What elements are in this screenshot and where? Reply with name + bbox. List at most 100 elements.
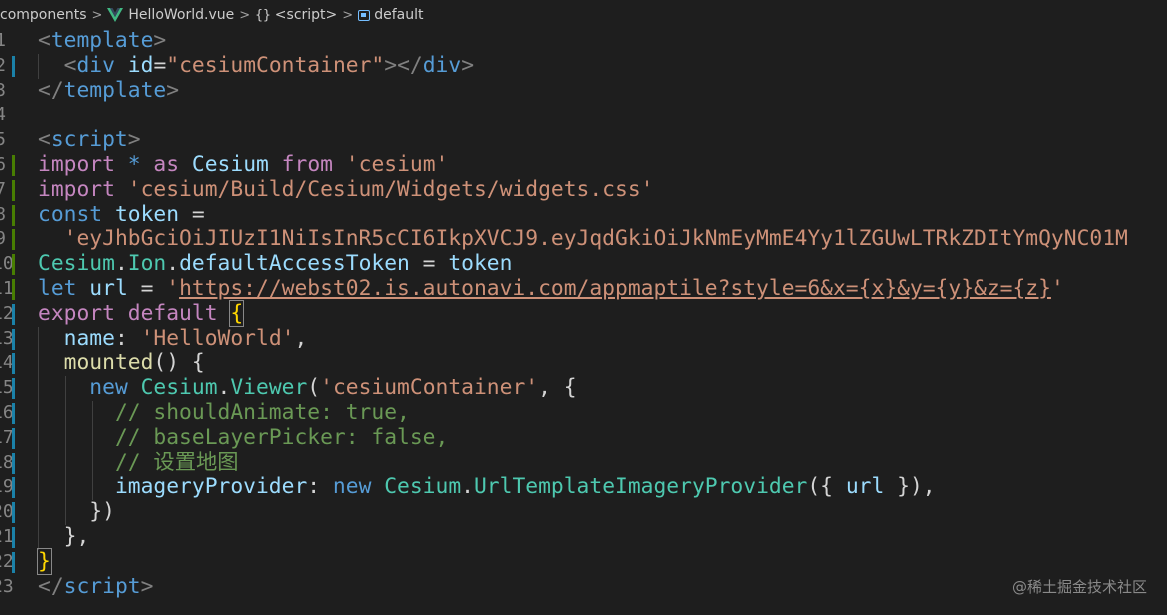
gutter-modified-marker[interactable] bbox=[12, 328, 15, 350]
code-line[interactable]: 18 // 设置地图 bbox=[0, 450, 1167, 476]
code-line[interactable]: 22} bbox=[0, 547, 1167, 575]
gutter-added-marker[interactable] bbox=[12, 229, 15, 251]
code-line[interactable]: 15 new Cesium.Viewer('cesiumContainer', … bbox=[0, 375, 1167, 401]
gutter-modified-marker[interactable] bbox=[12, 402, 15, 424]
breadcrumb-label: <script> bbox=[274, 7, 338, 23]
line-number: 2 bbox=[0, 54, 6, 76]
breadcrumb-item-components[interactable]: components bbox=[0, 7, 87, 23]
code-text: import 'cesium/Build/Cesium/Widgets/widg… bbox=[38, 177, 653, 203]
code-text: import * as Cesium from 'cesium' bbox=[38, 151, 448, 178]
gutter-modified-marker[interactable] bbox=[12, 55, 15, 77]
code-token: // baseLayerPicker: false, bbox=[114, 424, 449, 450]
gutter-added-marker[interactable] bbox=[12, 254, 15, 276]
code-line[interactable]: 20 }) bbox=[0, 499, 1167, 525]
breadcrumb-item-script[interactable]: {} <script> bbox=[255, 7, 337, 23]
code-editor[interactable]: components > HelloWorld.vue > {} <script… bbox=[0, 0, 1167, 615]
code-line[interactable]: 5 <script> bbox=[0, 127, 1167, 153]
breadcrumb-item-default[interactable]: default bbox=[358, 7, 423, 23]
code-token: ></ bbox=[384, 52, 423, 78]
code-line[interactable]: 6 import * as Cesium from 'cesium' bbox=[0, 151, 1167, 178]
code-token: Viewer bbox=[230, 375, 308, 401]
code-line[interactable]: 14 mounted() { bbox=[0, 350, 1167, 377]
gutter-modified-marker[interactable] bbox=[12, 551, 15, 573]
breadcrumb: components > HelloWorld.vue > {} <script… bbox=[0, 0, 1167, 30]
code-text: <template> bbox=[38, 28, 166, 54]
code-line[interactable]: 8 const token = bbox=[0, 202, 1167, 228]
gutter-added-marker[interactable] bbox=[12, 154, 15, 176]
code-text: 'eyJhbGciOiJIUzI1NiIsInR5cCI6IkpXVCJ9.ey… bbox=[38, 226, 1128, 252]
code-token: token bbox=[448, 251, 513, 277]
gutter-modified-marker[interactable] bbox=[12, 477, 15, 499]
gutter-modified-marker[interactable] bbox=[12, 452, 15, 474]
code-text: imageryProvider: new Cesium.UrlTemplateI… bbox=[38, 474, 936, 500]
code-token: : bbox=[114, 325, 141, 351]
code-token: as bbox=[153, 151, 180, 177]
code-token: > bbox=[461, 52, 475, 78]
code-token: }), bbox=[884, 474, 936, 500]
code-line[interactable]: 2 <div id="cesiumContainer"></div> bbox=[0, 52, 1167, 79]
code-token: "cesiumContainer" bbox=[166, 52, 385, 78]
code-line[interactable]: 19 imageryProvider: new Cesium.UrlTempla… bbox=[0, 474, 1167, 501]
code-token: } bbox=[37, 547, 52, 575]
code-token: ' bbox=[1050, 275, 1064, 301]
code-line[interactable]: 10Cesium.Ion.defaultAccessToken = token bbox=[0, 251, 1167, 277]
code-text: <div id="cesiumContainer"></div> bbox=[38, 52, 475, 79]
code-line[interactable]: 4 bbox=[0, 103, 1167, 128]
code-token: script bbox=[50, 127, 128, 153]
gutter-modified-marker[interactable] bbox=[12, 526, 15, 548]
code-line[interactable]: 9 'eyJhbGciOiJIUzI1NiIsInR5cCI6IkpXVCJ9.… bbox=[0, 226, 1167, 252]
code-token: defaultAccessToken bbox=[179, 251, 410, 277]
code-token: name bbox=[63, 325, 115, 351]
code-token: * bbox=[127, 151, 141, 177]
line-number: 3 bbox=[0, 79, 6, 101]
code-line[interactable]: 13 name: 'HelloWorld', bbox=[0, 325, 1167, 352]
code-text: }) bbox=[38, 499, 115, 525]
code-line[interactable]: 1 <template> bbox=[0, 28, 1167, 54]
code-token: . bbox=[166, 251, 180, 277]
code-line[interactable]: 21 }, bbox=[0, 524, 1167, 550]
code-line[interactable]: 3 </template> bbox=[0, 78, 1167, 104]
gutter-modified-marker[interactable] bbox=[12, 427, 15, 449]
code-text: new Cesium.Viewer('cesiumContainer', { bbox=[38, 375, 576, 401]
code-line[interactable]: 23 </script> bbox=[0, 573, 1167, 600]
code-text: mounted() { bbox=[38, 350, 205, 376]
code-line[interactable]: 16 // shouldAnimate: true, bbox=[0, 400, 1167, 426]
code-line[interactable]: 11 let url = 'https://webst02.is.autonavi… bbox=[0, 275, 1167, 302]
code-text: Cesium.Ion.defaultAccessToken = token bbox=[38, 251, 513, 277]
code-token: ' bbox=[166, 275, 180, 301]
breadcrumb-item-file[interactable]: HelloWorld.vue bbox=[107, 7, 234, 23]
code-token: . bbox=[217, 375, 231, 401]
code-token: Cesium bbox=[140, 375, 218, 401]
code-line[interactable]: 17 // baseLayerPicker: false, bbox=[0, 424, 1167, 451]
code-line[interactable]: 7 import 'cesium/Build/Cesium/Widgets/wid… bbox=[0, 177, 1167, 203]
gutter-added-marker[interactable] bbox=[12, 278, 15, 300]
line-number: 4 bbox=[0, 104, 6, 126]
line-number: 21 bbox=[0, 525, 14, 547]
code-token: mounted bbox=[63, 350, 154, 376]
code-token: 'cesiumContainer' bbox=[320, 375, 539, 401]
code-token: = bbox=[127, 275, 167, 301]
code-token: id bbox=[127, 52, 154, 78]
gutter-modified-marker[interactable] bbox=[12, 378, 15, 400]
gutter-modified-marker[interactable] bbox=[12, 502, 15, 524]
gutter-added-marker[interactable] bbox=[12, 204, 15, 226]
code-token: script bbox=[63, 573, 141, 599]
code-area[interactable]: 1 <template> 2 <div id="cesiumContainer"><… bbox=[0, 28, 1167, 600]
gutter-modified-marker[interactable] bbox=[12, 303, 15, 325]
gutter-modified-marker[interactable] bbox=[12, 353, 15, 375]
code-line[interactable]: 12 export default { bbox=[0, 299, 1167, 327]
gutter-added-marker[interactable] bbox=[12, 179, 15, 201]
code-token: https://webst02.is.autonavi.com/appmapti… bbox=[179, 275, 1051, 301]
line-number: 17 bbox=[0, 426, 14, 448]
code-token: < bbox=[38, 127, 51, 153]
